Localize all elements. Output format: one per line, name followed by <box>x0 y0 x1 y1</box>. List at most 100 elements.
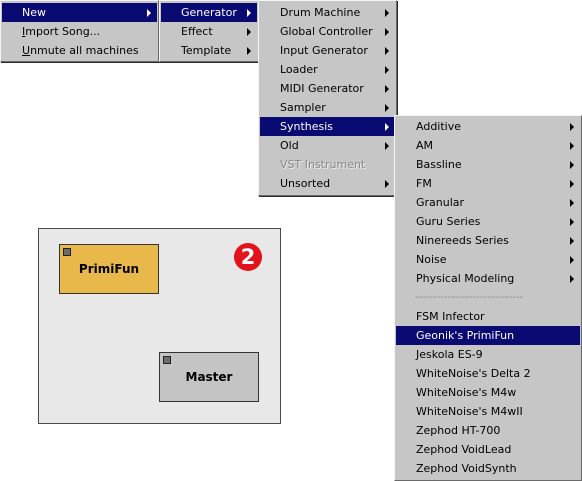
menu-item-fm[interactable]: FM <box>396 174 580 193</box>
menu-item-effect-label: Effect <box>181 25 213 38</box>
menu-item-drum-machine[interactable]: Drum Machine <box>260 3 395 22</box>
menu-item-zephod-voidsynth[interactable]: Zephod VoidSynth <box>396 459 580 478</box>
menu-item-label: Bassline <box>416 158 462 171</box>
menu-item-ninereeds-series[interactable]: Ninereeds Series <box>396 231 580 250</box>
menu-item-unmute-all-label: Unmute all machines <box>22 44 139 57</box>
menu-item-unsorted[interactable]: Unsorted <box>260 174 395 193</box>
menu-item-label: MIDI Generator <box>280 82 364 95</box>
menu-item-label: Guru Series <box>416 215 481 228</box>
menu-item-label: VST Instrument <box>280 158 366 171</box>
menu-item-guru-series[interactable]: Guru Series <box>396 212 580 231</box>
menu-item-label: WhiteNoise's Delta 2 <box>416 367 531 380</box>
submenu-arrow-icon <box>247 47 251 55</box>
menu-item-synthesis[interactable]: Synthesis <box>260 117 395 136</box>
menu-item-additive[interactable]: Additive <box>396 117 580 136</box>
menu-item-whitenoise-delta2[interactable]: WhiteNoise's Delta 2 <box>396 364 580 383</box>
machine-master[interactable]: Master <box>159 352 259 402</box>
menu-item-label: WhiteNoise's M4wII <box>416 405 523 418</box>
submenu-arrow-icon <box>570 142 574 150</box>
menu-item-midi-generator[interactable]: MIDI Generator <box>260 79 395 98</box>
menu-item-zephod-ht700[interactable]: Zephod HT-700 <box>396 421 580 440</box>
menu-item-template[interactable]: Template <box>161 41 257 60</box>
submenu-arrow-icon <box>247 9 251 17</box>
submenu-arrow-icon <box>247 28 251 36</box>
menu-item-label: Drum Machine <box>280 6 361 19</box>
machine-master-label: Master <box>185 370 233 384</box>
menu-item-fsm-infector[interactable]: FSM Infector <box>396 307 580 326</box>
submenu-arrow-icon <box>385 9 389 17</box>
submenu-arrow-icon <box>570 218 574 226</box>
menu-item-vst-instrument: VST Instrument <box>260 155 395 174</box>
menu-item-label: Ninereeds Series <box>416 234 509 247</box>
menu-item-label: Sampler <box>280 101 326 114</box>
new-submenu: Generator Effect Template <box>159 0 259 62</box>
menu-item-label: Global Controller <box>280 25 373 38</box>
submenu-arrow-icon <box>570 199 574 207</box>
submenu-arrow-icon <box>385 47 389 55</box>
menu-item-label: Geonik's PrimiFun <box>416 329 515 342</box>
menu-item-zephod-voidlead[interactable]: Zephod VoidLead <box>396 440 580 459</box>
menu-item-am[interactable]: AM <box>396 136 580 155</box>
submenu-arrow-icon <box>385 28 389 36</box>
menu-item-label: Zephod VoidLead <box>416 443 512 456</box>
menu-item-loader[interactable]: Loader <box>260 60 395 79</box>
menu-item-granular[interactable]: Granular <box>396 193 580 212</box>
menu-item-input-generator[interactable]: Input Generator <box>260 41 395 60</box>
menu-item-generator[interactable]: Generator <box>161 3 257 22</box>
menu-item-label: Additive <box>416 120 461 133</box>
machine-led-icon[interactable] <box>63 248 71 256</box>
submenu-arrow-icon <box>570 180 574 188</box>
menu-item-whitenoise-m4wii[interactable]: WhiteNoise's M4wII <box>396 402 580 421</box>
menu-item-template-label: Template <box>181 44 232 57</box>
submenu-arrow-icon <box>385 142 389 150</box>
step-number-badge: 2 <box>234 243 262 271</box>
submenu-arrow-icon <box>385 85 389 93</box>
menu-item-effect[interactable]: Effect <box>161 22 257 41</box>
menu-item-sampler[interactable]: Sampler <box>260 98 395 117</box>
menu-item-label: Granular <box>416 196 465 209</box>
menu-item-whitenoise-m4w[interactable]: WhiteNoise's M4w <box>396 383 580 402</box>
menu-item-label: Noise <box>416 253 447 266</box>
menu-separator: ------------------------------ <box>415 292 524 303</box>
machine-primifun-label: PrimiFun <box>78 262 140 276</box>
generator-submenu: Drum Machine Global Controller Input Gen… <box>258 0 397 196</box>
submenu-arrow-icon <box>385 123 389 131</box>
menu-item-label: Loader <box>280 63 318 76</box>
menu-item-label: Old <box>280 139 299 152</box>
menu-item-import-song[interactable]: Import Song... <box>2 22 157 41</box>
machine-primifun[interactable]: PrimiFun <box>59 244 159 294</box>
menu-item-old[interactable]: Old <box>260 136 395 155</box>
machine-led-icon[interactable] <box>163 356 171 364</box>
menu-item-new[interactable]: New <box>2 3 157 22</box>
menu-item-physical-modeling[interactable]: Physical Modeling <box>396 269 580 288</box>
menu-item-label: FM <box>416 177 432 190</box>
menu-item-label: Input Generator <box>280 44 368 57</box>
synthesis-submenu: Additive AM Bassline FM Granular Guru Se… <box>394 115 582 481</box>
menu-item-label: Jeskola ES-9 <box>416 348 483 361</box>
menu-item-jeskola-es9[interactable]: Jeskola ES-9 <box>396 345 580 364</box>
main-context-menu: New Import Song... Unmute all machines <box>0 0 159 62</box>
menu-item-geoniks-primifun[interactable]: Geonik's PrimiFun <box>396 326 580 345</box>
menu-item-generator-label: Generator <box>181 6 237 19</box>
submenu-arrow-icon <box>147 9 151 17</box>
mnemonic-letter: I <box>22 25 26 38</box>
submenu-arrow-icon <box>385 66 389 74</box>
submenu-arrow-icon <box>570 161 574 169</box>
menu-item-unmute-all-machines[interactable]: Unmute all machines <box>2 41 157 60</box>
menu-item-label: AM <box>416 139 434 152</box>
submenu-arrow-icon <box>570 256 574 264</box>
menu-item-noise[interactable]: Noise <box>396 250 580 269</box>
mnemonic-letter: U <box>22 44 31 57</box>
menu-item-label: WhiteNoise's M4w <box>416 386 517 399</box>
submenu-arrow-icon <box>385 180 389 188</box>
menu-item-label: Zephod VoidSynth <box>416 462 517 475</box>
submenu-arrow-icon <box>570 275 574 283</box>
menu-item-label: Physical Modeling <box>416 272 515 285</box>
menu-item-global-controller[interactable]: Global Controller <box>260 22 395 41</box>
menu-item-bassline[interactable]: Bassline <box>396 155 580 174</box>
machine-view-canvas[interactable]: PrimiFun Master 2 <box>38 228 281 424</box>
menu-item-label: Synthesis <box>280 120 334 133</box>
menu-item-new-label: New <box>22 6 46 19</box>
menu-item-label: Zephod HT-700 <box>416 424 501 437</box>
menu-item-import-song-label: Import Song... <box>22 25 101 38</box>
